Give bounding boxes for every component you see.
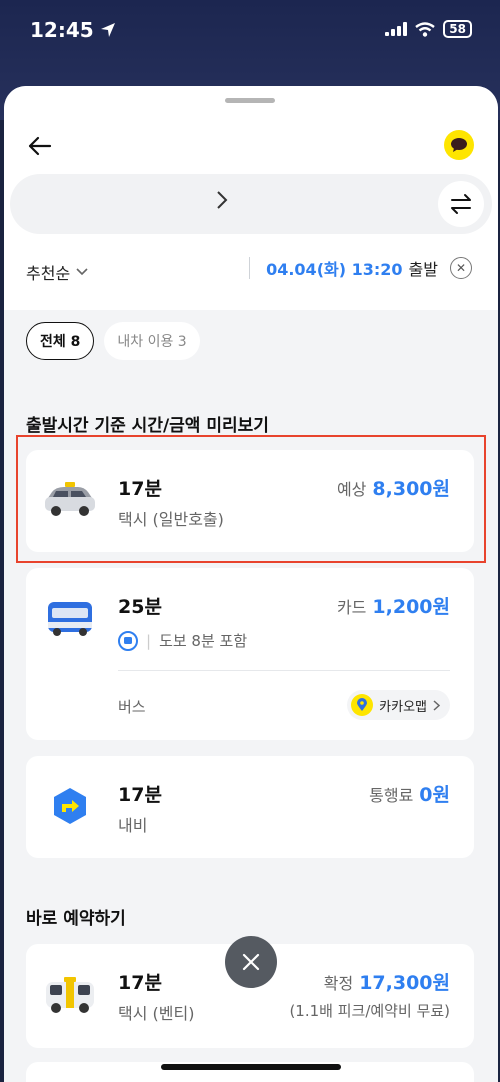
departure-datetime: 04.04(화) 13:20 [266, 260, 403, 279]
wifi-icon [415, 21, 436, 37]
sheet-grabber[interactable] [225, 98, 275, 103]
route-card-navi[interactable]: 17분 내비 통행료 0원 [26, 756, 474, 858]
signal-icon [385, 22, 408, 36]
bottom-sheet: 추천순 04.04(화) 13:20 출발 ✕ 전체 8 내차 이용 3 출발시… [4, 86, 498, 1082]
divider [118, 670, 450, 671]
status-icons: 58 [385, 20, 472, 38]
kakao-map-button[interactable]: 카카오맵 [347, 690, 450, 720]
close-button[interactable] [225, 936, 277, 988]
chevron-right-icon [433, 699, 440, 711]
duration: 25분 [118, 596, 162, 618]
price-note: (1.1배 피크/예약비 무료) [289, 1002, 450, 1020]
section-title-preview: 출발시간 기준 시간/금액 미리보기 [26, 416, 269, 436]
clear-departure-button[interactable]: ✕ [450, 257, 472, 279]
venti-taxi-icon [46, 977, 94, 1013]
swap-icon [451, 194, 471, 214]
price-value: 17,300원 [359, 972, 450, 994]
bus-icon [48, 602, 92, 636]
price-label: 확정 [323, 974, 354, 993]
route-card-bus[interactable]: 25분 | 도보 8분 포함 버스 카카오맵 카드 1,200원 [26, 568, 474, 740]
price-label: 통행료 [369, 786, 414, 805]
home-indicator [161, 1064, 341, 1070]
chevron-right-icon [216, 190, 228, 216]
filter-chips: 전체 8 내차 이용 3 [26, 322, 200, 360]
walk-info: 도보 8분 포함 [159, 632, 248, 650]
sheet-header: 추천순 04.04(화) 13:20 출발 ✕ [4, 86, 498, 310]
price-value: 1,200원 [372, 596, 450, 618]
route-bar[interactable] [10, 174, 492, 234]
map-pin-icon [351, 694, 374, 716]
selection-highlight [16, 435, 486, 563]
clock-text: 12:45 [30, 18, 94, 42]
close-icon: ✕ [455, 261, 467, 275]
sort-label: 추천순 [26, 264, 71, 283]
bus-small-icon [118, 630, 138, 651]
chevron-down-icon [76, 268, 88, 276]
subtitle: 내비 [118, 816, 148, 835]
duration: 17분 [118, 784, 162, 806]
price-label: 카드 [336, 598, 367, 617]
back-button[interactable] [26, 132, 54, 160]
departure-time-selector[interactable]: 04.04(화) 13:20 출발 ✕ [249, 256, 472, 280]
status-bar: 12:45 58 [0, 0, 500, 62]
section-title-reserve: 바로 예약하기 [26, 909, 126, 929]
filter-chip-own-car[interactable]: 내차 이용 3 [104, 322, 200, 360]
price: 확정 17,300원 [324, 968, 450, 995]
price: 카드 1,200원 [337, 592, 450, 619]
location-arrow-icon [100, 23, 115, 37]
map-button-label: 카카오맵 [379, 699, 427, 715]
divider [249, 257, 251, 279]
close-icon [242, 953, 260, 971]
price: 통행료 0원 [369, 780, 450, 807]
bus-detail: | 도보 8분 포함 [118, 630, 247, 651]
duration: 17분 [118, 972, 162, 994]
filter-chip-all[interactable]: 전체 8 [26, 322, 95, 360]
battery-icon: 58 [443, 20, 472, 38]
kakao-talk-button[interactable] [444, 130, 474, 160]
price-value: 0원 [419, 784, 450, 806]
departure-suffix: 출발 [408, 260, 438, 279]
transport-type-label: 버스 [118, 698, 146, 716]
status-time: 12:45 [30, 18, 116, 42]
swap-route-button[interactable] [438, 181, 484, 227]
arrow-left-icon [28, 136, 52, 156]
navi-icon [54, 788, 86, 824]
sort-dropdown[interactable]: 추천순 [26, 260, 88, 284]
subtitle: 택시 (벤티) [118, 1004, 195, 1023]
chat-bubble-icon [451, 138, 467, 152]
